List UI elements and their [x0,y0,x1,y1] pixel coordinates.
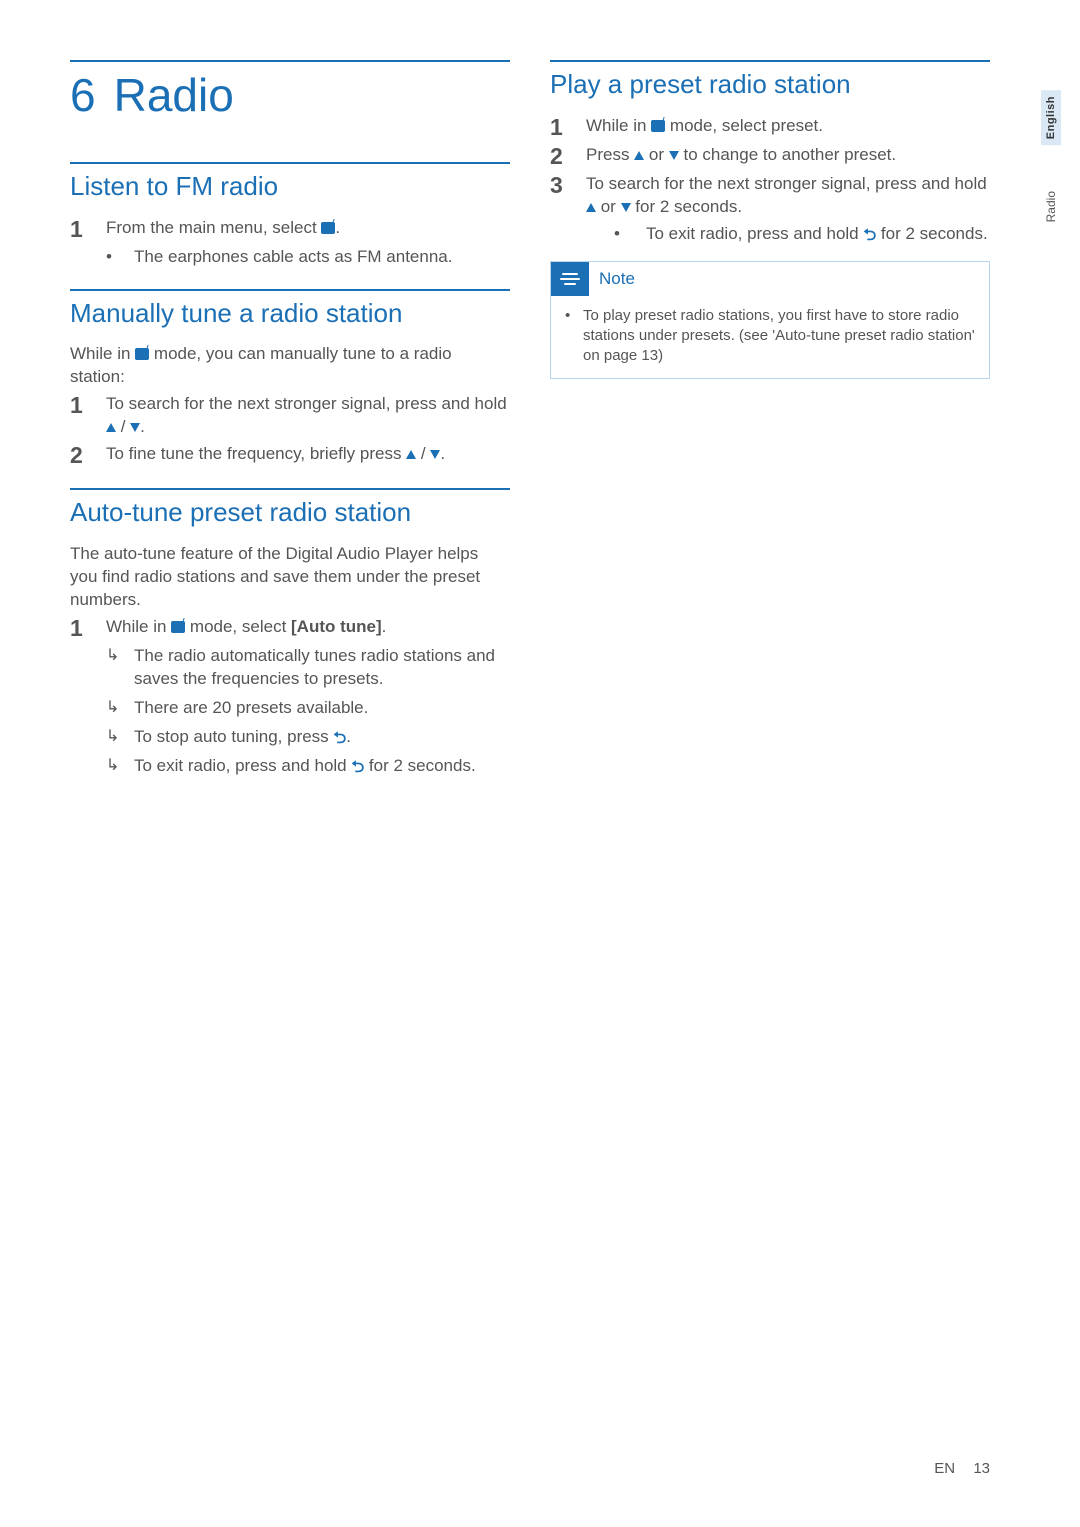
step-text: While in mode, select [Auto tune]. [106,616,510,639]
up-icon [106,423,116,432]
radio-icon [321,222,335,234]
section-title-play: Play a preset radio station [550,60,990,115]
result-text: There are 20 presets available. [134,697,368,720]
result-arrow-icon: ↳ [106,755,134,777]
footer-language: EN [934,1460,955,1477]
step-text: To search for the next stronger signal, … [586,173,990,219]
back-icon: ⮌ [863,225,876,247]
down-icon [430,450,440,459]
tab-section: Radio [1040,185,1062,228]
bullet-text: The earphones cable acts as FM antenna. [134,246,452,269]
step-text: While in mode, select preset. [586,115,990,138]
back-icon: ⮌ [333,728,346,750]
section-title-manual: Manually tune a radio station [70,289,510,344]
page-content: 6 Radio Listen to FM radio 1 From the mai… [0,0,1080,839]
tab-language: English [1041,90,1061,145]
listen-bullets: • The earphones cable acts as FM antenna… [70,246,510,269]
play-steps: 1 While in mode, select preset. 2 Press … [550,115,990,219]
page-footer: EN 13 [934,1460,990,1477]
section-title-listen: Listen to FM radio [70,162,510,217]
play-sub-bullets: • To exit radio, press and hold ⮌ for 2 … [550,223,990,247]
manual-steps: 1 To search for the next stronger signal… [70,393,510,468]
bullet-icon: • [565,306,583,367]
result-text: To exit radio, press and hold ⮌ for 2 se… [134,755,476,779]
section-manual: Manually tune a radio station While in m… [70,289,510,469]
right-column: Play a preset radio station 1 While in m… [550,60,990,799]
result-text: The radio automatically tunes radio stat… [134,645,510,691]
step-text: From the main menu, select . [106,217,510,240]
up-icon [586,203,596,212]
auto-intro: The auto-tune feature of the Digital Aud… [70,543,510,612]
side-tabs: English Radio [1040,90,1062,229]
result-arrow-icon: ↳ [106,645,134,667]
radio-icon [651,120,665,132]
step-number: 1 [70,616,106,641]
back-icon: ⮌ [351,757,364,779]
step-text: Press or to change to another preset. [586,144,990,167]
note-icon [551,262,589,296]
up-icon [634,151,644,160]
step-number: 2 [550,144,586,169]
note-body: • To play preset radio stations, you fir… [551,296,989,379]
radio-icon [135,348,149,360]
step-number: 1 [70,393,106,418]
bullet-text: To exit radio, press and hold ⮌ for 2 se… [646,223,988,247]
step-number: 1 [70,217,106,242]
note-header: Note [551,262,989,296]
up-icon [406,450,416,459]
chapter-title-text: Radio [114,69,234,121]
section-title-auto: Auto-tune preset radio station [70,488,510,543]
manual-intro: While in mode, you can manually tune to … [70,343,510,389]
section-play: Play a preset radio station 1 While in m… [550,60,990,379]
step-number: 3 [550,173,586,198]
bullet-icon: • [614,223,646,246]
auto-steps: 1 While in mode, select [Auto tune]. [70,616,510,641]
down-icon [621,203,631,212]
section-listen: Listen to FM radio 1 From the main menu,… [70,162,510,269]
note-box: Note • To play preset radio stations, yo… [550,261,990,380]
down-icon [130,423,140,432]
listen-steps: 1 From the main menu, select . [70,217,510,242]
result-arrow-icon: ↳ [106,697,134,719]
chapter-title: 6 Radio [70,60,510,122]
step-number: 2 [70,443,106,468]
section-auto: Auto-tune preset radio station The auto-… [70,488,510,779]
note-label: Note [589,269,635,289]
footer-page-number: 13 [973,1460,990,1477]
step-number: 1 [550,115,586,140]
note-text: To play preset radio stations, you first… [583,306,975,367]
left-column: 6 Radio Listen to FM radio 1 From the mai… [70,60,510,799]
auto-results: ↳ The radio automatically tunes radio st… [70,645,510,779]
step-text: To search for the next stronger signal, … [106,393,510,439]
radio-icon [171,621,185,633]
down-icon [669,151,679,160]
bullet-icon: • [106,246,134,269]
result-arrow-icon: ↳ [106,726,134,748]
result-text: To stop auto tuning, press ⮌. [134,726,351,750]
step-text: To fine tune the frequency, briefly pres… [106,443,510,466]
chapter-number: 6 [70,69,96,121]
